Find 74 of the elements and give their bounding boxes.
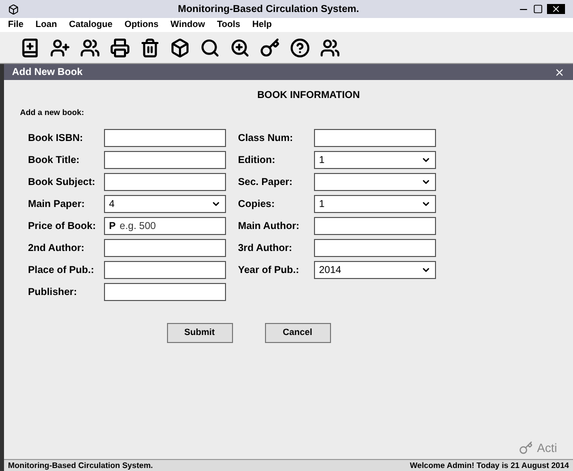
field-label: Main Author: bbox=[238, 220, 300, 234]
price-field[interactable]: P e.g. 500 bbox=[104, 217, 226, 235]
form-heading: BOOK INFORMATION bbox=[257, 89, 360, 103]
form-button[interactable]: Submit bbox=[166, 323, 232, 343]
field-label: Class Num: bbox=[238, 132, 294, 146]
status-text: Monitoring-Based Circulation System. bbox=[8, 460, 153, 471]
field-label: Book ISBN: bbox=[28, 132, 84, 146]
close-icon bbox=[550, 4, 561, 14]
user-plus-icon[interactable] bbox=[50, 38, 70, 58]
chevron-icon bbox=[421, 199, 431, 209]
field-label: Book Subject: bbox=[28, 176, 96, 190]
users-icon[interactable] bbox=[80, 38, 100, 58]
help-icon[interactable] bbox=[290, 38, 310, 58]
close-icon[interactable] bbox=[554, 66, 565, 78]
menu-item[interactable]: Tools bbox=[216, 18, 240, 32]
maximize-icon[interactable] bbox=[532, 4, 543, 14]
chevron-icon bbox=[421, 265, 431, 275]
app-icon bbox=[8, 4, 19, 14]
activation-text: Acti bbox=[536, 440, 557, 457]
box-icon[interactable] bbox=[170, 38, 190, 58]
menu-item[interactable]: Catalogue bbox=[69, 18, 113, 32]
menu-item[interactable]: Options bbox=[124, 18, 159, 32]
field-label: Publisher: bbox=[28, 286, 78, 300]
search-icon[interactable] bbox=[200, 38, 220, 58]
menu-item[interactable]: File bbox=[8, 18, 24, 32]
field-label: Copies: bbox=[238, 198, 276, 212]
dropdown-value: 1 bbox=[319, 198, 325, 212]
dropdown-value: 4 bbox=[109, 198, 115, 212]
chevron-icon bbox=[421, 177, 431, 187]
key-icon[interactable] bbox=[260, 38, 280, 58]
window-title: Monitoring-Based Circulation System. bbox=[178, 2, 360, 16]
dropdown[interactable]: 1 bbox=[314, 195, 436, 213]
dropdown[interactable]: 2014 bbox=[314, 261, 436, 279]
text-field[interactable] bbox=[104, 239, 226, 257]
currency-prefix: P bbox=[109, 220, 116, 234]
menu-item[interactable]: Help bbox=[252, 18, 272, 32]
chevron-icon bbox=[211, 199, 221, 209]
text-field[interactable] bbox=[104, 261, 226, 279]
trash-icon[interactable] bbox=[140, 38, 160, 58]
dropdown-value: 1 bbox=[319, 154, 325, 168]
field-label: 2nd Author: bbox=[28, 242, 86, 256]
close-button[interactable] bbox=[546, 4, 565, 14]
field-label: Year of Pub.: bbox=[238, 264, 300, 278]
users-icon[interactable] bbox=[320, 38, 340, 58]
dropdown[interactable] bbox=[314, 173, 436, 191]
field-label: Price of Book: bbox=[28, 220, 97, 234]
dropdown[interactable]: 4 bbox=[104, 195, 226, 213]
book-plus-icon[interactable] bbox=[20, 38, 40, 58]
field-label: Sec. Paper: bbox=[238, 176, 294, 190]
form-button[interactable]: Cancel bbox=[264, 323, 330, 343]
field-label: Edition: bbox=[238, 154, 276, 168]
text-field[interactable] bbox=[314, 217, 436, 235]
form-subheading: Add a new book: bbox=[20, 107, 85, 119]
zoom-in-icon[interactable] bbox=[230, 38, 250, 58]
status-text: Welcome Admin! Today is 21 August 2014 bbox=[410, 460, 569, 471]
text-field[interactable] bbox=[104, 151, 226, 169]
text-field[interactable] bbox=[104, 129, 226, 147]
text-field[interactable] bbox=[314, 129, 436, 147]
field-label: Book Title: bbox=[28, 154, 80, 168]
text-field[interactable] bbox=[104, 283, 226, 301]
key-icon bbox=[518, 441, 533, 455]
chevron-icon bbox=[421, 155, 431, 165]
text-field[interactable] bbox=[104, 173, 226, 191]
field-label: Place of Pub.: bbox=[28, 264, 96, 278]
price-input[interactable]: e.g. 500 bbox=[120, 218, 210, 234]
text-field[interactable] bbox=[314, 239, 436, 257]
menu-item[interactable]: Window bbox=[170, 18, 205, 32]
dropdown-value: 2014 bbox=[319, 264, 342, 278]
inner-window-title: Add New Book bbox=[12, 66, 83, 80]
dropdown[interactable]: 1 bbox=[314, 151, 436, 169]
printer-icon[interactable] bbox=[110, 38, 130, 58]
field-label: 3rd Author: bbox=[238, 242, 294, 256]
menu-item[interactable]: Loan bbox=[36, 18, 58, 32]
field-label: Main Paper: bbox=[28, 198, 86, 212]
